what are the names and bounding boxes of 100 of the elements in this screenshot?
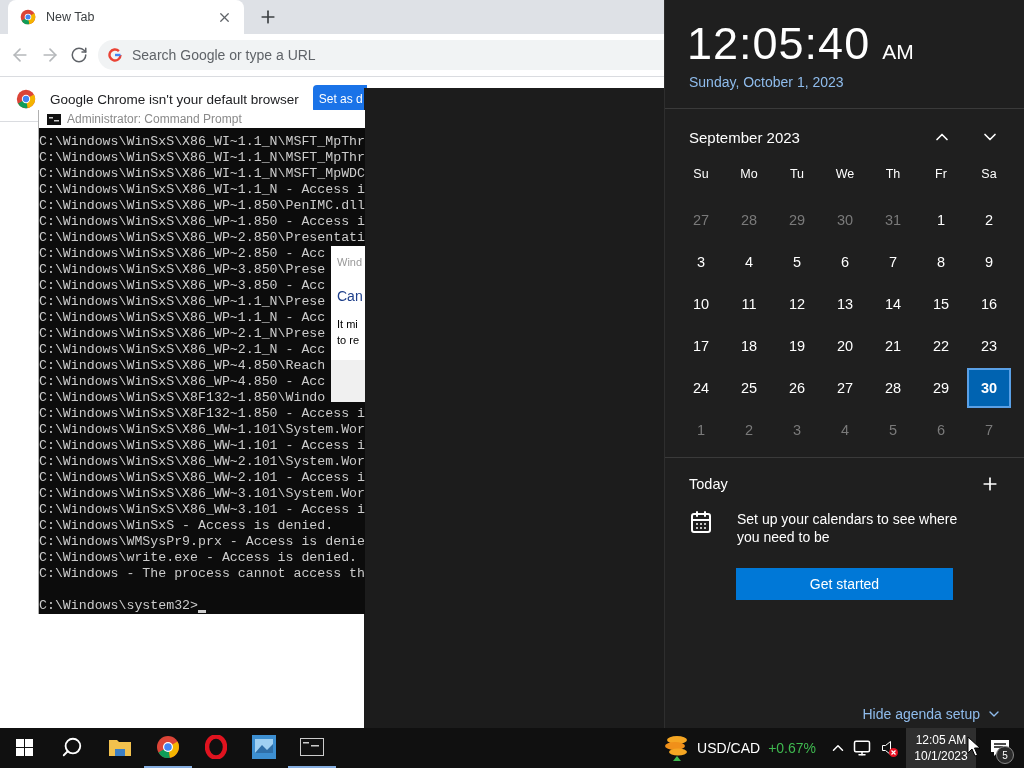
- clock-time: 12:05:40: [687, 18, 871, 70]
- calendar-day[interactable]: 14: [871, 284, 915, 324]
- calendar-day[interactable]: 31: [871, 200, 915, 240]
- calendar-day[interactable]: 16: [967, 284, 1011, 324]
- search-icon: [61, 736, 83, 758]
- calendar-day[interactable]: 25: [727, 368, 771, 408]
- console-line: C:\Windows\write.exe - Access is denied.: [39, 550, 358, 566]
- currency-pair: USD/CAD: [697, 740, 761, 756]
- console-line: C:\Windows\WinSxS\X86_WW~2.101 - Access i: [39, 470, 365, 486]
- console-line: C:\Windows\WinSxS\X86_WP~2.850 - Acc: [39, 246, 326, 262]
- calendar-day[interactable]: 27: [679, 200, 723, 240]
- console-line: C:\Windows\WinSxS\X86_WP~2.850\Presentati: [39, 230, 365, 246]
- calendar-day[interactable]: 5: [775, 242, 819, 282]
- chrome-logo-icon: [156, 735, 180, 759]
- calendar-day[interactable]: 17: [679, 326, 723, 366]
- calendar-day[interactable]: 3: [775, 410, 819, 450]
- address-field[interactable]: Search Google or type a URL: [130, 46, 664, 64]
- month-title[interactable]: September 2023: [689, 128, 904, 146]
- windows-logo-icon: [15, 738, 33, 756]
- folder-icon: [109, 738, 131, 756]
- calendar-day[interactable]: 6: [919, 410, 963, 450]
- get-started-button[interactable]: Get started: [736, 568, 953, 600]
- console-line: C:\Windows\WinSxS\X86_WW~1.101\System.Wor: [39, 422, 365, 438]
- calendar-day[interactable]: 10: [679, 284, 723, 324]
- weekday-label: Fr: [934, 166, 948, 183]
- console-line: C:\Windows\WinSxS\X86_WW~3.101\System.Wor: [39, 486, 365, 502]
- calendar-day[interactable]: 26: [775, 368, 819, 408]
- calendar-day[interactable]: 27: [823, 368, 867, 408]
- calendar-day[interactable]: 6: [823, 242, 867, 282]
- calendar-day[interactable]: 8: [919, 242, 963, 282]
- address-bar[interactable]: Search Google or type a URL: [98, 40, 664, 70]
- set-default-button[interactable]: Set as d: [312, 85, 367, 113]
- calendar-day[interactable]: 4: [727, 242, 771, 282]
- console-line: C:\Windows\WinSxS\X86_WI~1.1_N - Access i: [39, 182, 365, 198]
- console-line: C:\Windows\WinSxS\X86_WP~3.850\Prese: [39, 262, 326, 278]
- terminal-icon: [300, 738, 324, 756]
- calendar-day[interactable]: 15: [919, 284, 963, 324]
- calendar-day[interactable]: 4: [823, 410, 867, 450]
- calendar-day[interactable]: 9: [967, 242, 1011, 282]
- calendar-day[interactable]: 18: [727, 326, 771, 366]
- calendar-day[interactable]: 13: [823, 284, 867, 324]
- text-cursor: [198, 610, 207, 613]
- chrome-logo-icon: [16, 89, 36, 109]
- calendar-day[interactable]: 5: [871, 410, 915, 450]
- dialog-text: to re: [336, 333, 360, 348]
- calendar-day[interactable]: 29: [775, 200, 819, 240]
- calendar-icon: [689, 510, 713, 534]
- console-prompt: C:\Windows\system32>: [39, 598, 199, 614]
- muted-icon: [889, 748, 898, 757]
- console-line: C:\Windows\WMSysPr9.prx - Access is denie: [39, 534, 365, 550]
- notification-count: 5: [996, 746, 1014, 764]
- console-line: C:\Windows\WinSxS\X8F132~1.850 - Access i: [39, 406, 365, 422]
- console-line: C:\Windows\WinSxS\X86_WI~1.1_N\MSFT_MpThr: [39, 150, 365, 166]
- calendar-day[interactable]: 12: [775, 284, 819, 324]
- hide-agenda-link[interactable]: Hide agenda setup: [862, 706, 1002, 722]
- console-line: C:\Windows\WinSxS\X8F132~1.850\Windo: [39, 390, 326, 406]
- dialog-title: Wind: [336, 255, 364, 270]
- calendar-day[interactable]: 11: [727, 284, 771, 324]
- console-line: C:\Windows\WinSxS\X86_WW~1.101 - Access i: [39, 438, 365, 454]
- calendar-day[interactable]: 28: [727, 200, 771, 240]
- mouse-cursor-icon: [967, 736, 981, 758]
- stock-ticker[interactable]: USD/CAD +0.67%: [655, 728, 826, 768]
- calendar-day[interactable]: 2: [967, 200, 1011, 240]
- console-line: C:\Windows\WinSxS\X86_WP~1.1_N - Acc: [39, 310, 326, 326]
- chrome-logo-icon: [20, 9, 36, 25]
- console-line: C:\Windows\WinSxS - Access is denied.: [39, 518, 334, 534]
- calendar-day[interactable]: 7: [871, 242, 915, 282]
- console-line: C:\Windows\WinSxS\X86_WP~1.850\PenIMC.dll: [39, 198, 365, 214]
- calendar-day[interactable]: 20: [823, 326, 867, 366]
- date-link[interactable]: Sunday, October 1, 2023: [665, 70, 1024, 90]
- calendar-day[interactable]: 1: [919, 200, 963, 240]
- calendar-day[interactable]: 22: [919, 326, 963, 366]
- browser-tab[interactable]: New Tab: [8, 0, 244, 34]
- console-line: C:\Windows\WinSxS\X86_WP~2.1_N\Prese: [39, 326, 326, 342]
- calendar-day[interactable]: 30: [967, 368, 1011, 408]
- calendar-day[interactable]: 3: [679, 242, 723, 282]
- calendar-day[interactable]: 21: [871, 326, 915, 366]
- reload-icon[interactable]: [70, 46, 88, 64]
- calendar-day[interactable]: 2: [727, 410, 771, 450]
- console-line: C:\Windows\WinSxS\X86_WW~3.101 - Access i: [39, 502, 365, 518]
- weekday-label: We: [834, 166, 856, 183]
- calendar-day[interactable]: 19: [775, 326, 819, 366]
- calendar-day[interactable]: 28: [871, 368, 915, 408]
- calendar-day[interactable]: 1: [679, 410, 723, 450]
- taskbar-clock[interactable]: 12:05 AM 10/1/2023: [906, 728, 976, 768]
- console-line: C:\Windows\WinSxS\X86_WI~1.1_N\MSFT_MpThr: [39, 134, 365, 150]
- calendar-day[interactable]: 23: [967, 326, 1011, 366]
- dialog-footer: [331, 360, 365, 402]
- price-change: +0.67%: [768, 740, 816, 756]
- google-logo-icon: [108, 48, 122, 62]
- calendar-day[interactable]: 7: [967, 410, 1011, 450]
- console-line: C:\Windows\WinSxS\X86_WP~2.1_N - Acc: [39, 342, 326, 358]
- console-line: C:\Windows\WinSxS\X86_WP~3.850 - Acc: [39, 278, 326, 294]
- calendar-day[interactable]: 24: [679, 368, 723, 408]
- console-line: C:\Windows\WinSxS\X86_WP~1.1_N\Prese: [39, 294, 326, 310]
- calendar-day[interactable]: 30: [823, 200, 867, 240]
- weekday-label: Mo: [739, 166, 759, 183]
- console-line: C:\Windows\WinSxS\X86_WI~1.1_N\MSFT_MpWDC: [39, 166, 365, 182]
- calendar-day[interactable]: 29: [919, 368, 963, 408]
- clock-meridiem: AM: [882, 40, 914, 64]
